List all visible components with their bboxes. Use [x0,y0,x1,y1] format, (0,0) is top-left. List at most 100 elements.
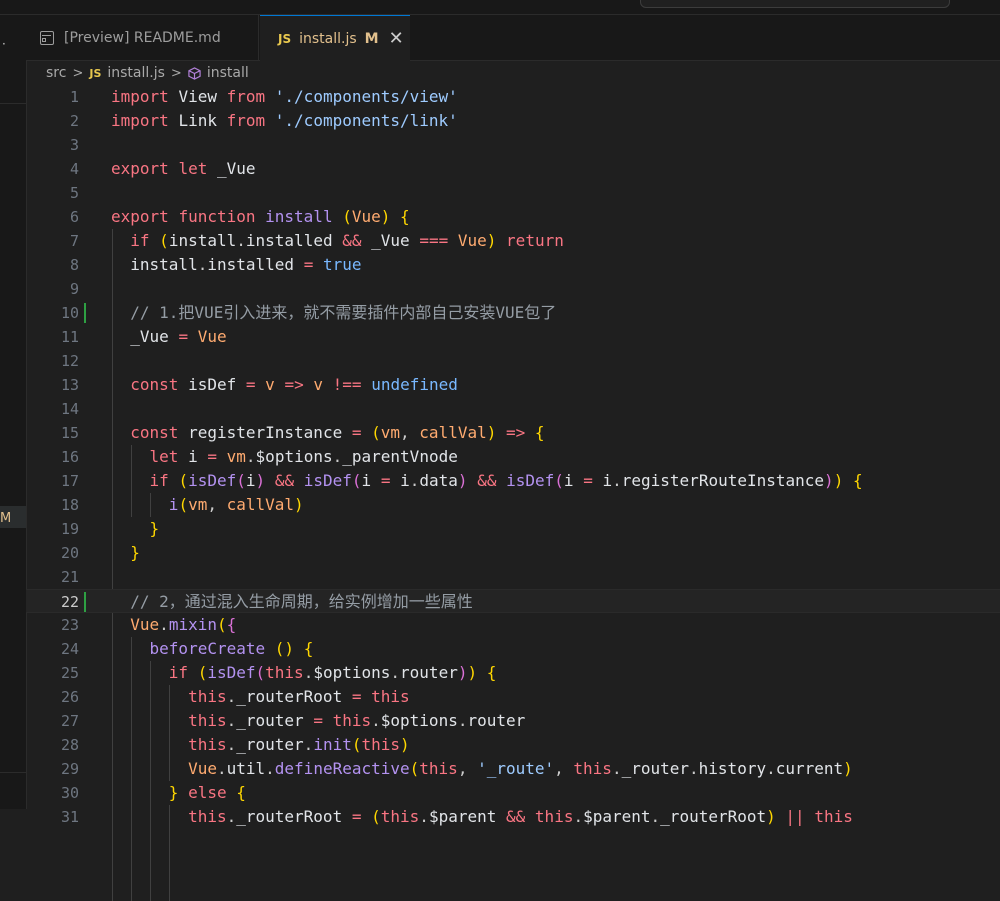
line-number: 27 [60,712,79,730]
code-line[interactable]: 9 [26,277,1000,301]
code-line[interactable]: 20 } [26,541,1000,565]
code-line[interactable]: 26 this._routerRoot = this [26,685,1000,709]
code-text: export function install (Vue) { [111,207,410,226]
line-number: 14 [60,400,79,418]
code-line[interactable]: 14 [26,397,1000,421]
line-number: 25 [60,664,79,682]
code-text: if (isDef(i) && isDef(i = i.data) && isD… [149,471,863,490]
code-line[interactable]: 8 install.installed = true [26,253,1000,277]
code-line[interactable]: 11 _Vue = Vue [26,325,1000,349]
title-bar [0,0,1000,15]
js-icon: JS [278,31,292,46]
line-number: 23 [60,616,79,634]
code-text: install.installed = true [130,255,362,274]
code-text: let i = vm.$options._parentVnode [149,447,458,466]
line-number: 2 [69,112,79,130]
code-line[interactable]: 15 const registerInstance = (vm, callVal… [26,421,1000,445]
modified-badge: M [364,30,379,47]
chevron-right-icon: > [72,65,84,81]
code-line[interactable]: 23 Vue.mixin({ [26,613,1000,637]
line-number: 17 [60,472,79,490]
command-center[interactable] [640,0,950,8]
line-number: 29 [60,760,79,778]
code-line[interactable]: 22 // 2，通过混入生命周期，给实例增加一些属性 [26,589,1000,613]
code-text: const registerInstance = (vm, callVal) =… [130,423,545,442]
modified-flag: M [0,511,12,526]
breadcrumb-symbol[interactable]: install [207,65,249,81]
code-text: if (isDef(this.$options.router)) { [168,663,497,682]
line-number: 21 [60,568,79,586]
code-text: beforeCreate () { [149,639,314,658]
code-line[interactable]: 2 import Link from './components/link' [26,109,1000,133]
breadcrumb-file[interactable]: install.js [107,65,165,81]
code-text: // 1.把VUE引入进来，就不需要插件内部自己安装VUE包了 [111,303,557,322]
code-line[interactable]: 17 if (isDef(i) && isDef(i = i.data) && … [26,469,1000,493]
line-number: 28 [60,736,79,754]
code-line[interactable]: 19 } [26,517,1000,541]
line-number: 30 [60,784,79,802]
code-line[interactable]: 3 [26,133,1000,157]
line-number: 10 [60,304,79,322]
code-line[interactable]: 4 export let _Vue [26,157,1000,181]
tab-label: [Preview] README.md [64,29,221,46]
line-number: 8 [69,256,79,274]
chevron-right-icon: > [170,65,182,81]
line-number: 5 [69,184,79,202]
line-number: 19 [60,520,79,538]
line-number: 7 [69,232,79,250]
js-icon: JS [89,66,102,80]
code-text: Vue.util.defineReactive(this, '_route', … [188,759,853,778]
line-number: 13 [60,376,79,394]
code-text: i(vm, callVal) [168,495,304,514]
code-line[interactable]: 25 if (isDef(this.$options.router)) { [26,661,1000,685]
line-number: 4 [69,160,79,178]
code-line[interactable]: 10 // 1.把VUE引入进来，就不需要插件内部自己安装VUE包了 [26,301,1000,325]
code-line[interactable]: 16 let i = vm.$options._parentVnode [26,445,1000,469]
code-line[interactable]: 1 import View from './components/view' [26,85,1000,109]
code-text: import Link from './components/link' [111,111,458,130]
code-text: export let _Vue [111,159,256,178]
code-line[interactable]: 5 [26,181,1000,205]
line-number: 6 [69,208,79,226]
line-number: 22 [60,593,79,611]
tab-readme-preview[interactable]: [Preview] README.md [26,15,259,60]
tab-label: install.js [299,30,357,47]
code-text: } else { [168,783,246,802]
code-text: // 2，通过混入生命周期，给实例增加一些属性 [111,592,473,611]
method-cube-icon [188,66,201,80]
code-line[interactable]: 6 export function install (Vue) { [26,205,1000,229]
code-text: const isDef = v => v !== undefined [130,375,458,394]
editor-tabs: [Preview] README.md JS install.js M ✕ [26,15,1000,61]
code-line[interactable]: 28 this._router.init(this) [26,733,1000,757]
line-number: 24 [60,640,79,658]
close-icon[interactable]: ✕ [389,28,404,49]
code-text: this._routerRoot = this [188,687,410,706]
line-number: 3 [69,136,79,154]
line-number: 20 [60,544,79,562]
code-line[interactable]: 24 beforeCreate () { [26,637,1000,661]
code-line[interactable]: 7 if (install.installed && _Vue === Vue)… [26,229,1000,253]
line-number: 11 [60,328,79,346]
divider [0,772,26,773]
breadcrumb-folder[interactable]: src [46,65,66,81]
tab-install-js[interactable]: JS install.js M ✕ [260,15,410,61]
code-text: this._router = this.$options.router [188,711,526,730]
more-icon[interactable]: · [2,37,6,51]
code-editor[interactable]: 1 import View from './components/view' 2 im… [26,85,1000,901]
code-text: this._router.init(this) [188,735,410,754]
line-number: 26 [60,688,79,706]
line-number: 9 [69,280,79,298]
code-line[interactable]: 12 [26,349,1000,373]
preview-icon [40,30,54,45]
code-text: if (install.installed && _Vue === Vue) r… [130,231,564,250]
code-line[interactable]: 30 } else { [26,781,1000,805]
code-line[interactable]: 27 this._router = this.$options.router [26,709,1000,733]
code-line[interactable]: 29 Vue.util.defineReactive(this, '_route… [26,757,1000,781]
divider [0,103,26,104]
code-line[interactable]: 18 i(vm, callVal) [26,493,1000,517]
code-text: } [149,519,160,538]
breadcrumb: src > JS install.js > install [26,61,1000,85]
code-line[interactable]: 21 [26,565,1000,589]
code-line[interactable]: 13 const isDef = v => v !== undefined [26,373,1000,397]
code-text: _Vue = Vue [130,327,227,346]
